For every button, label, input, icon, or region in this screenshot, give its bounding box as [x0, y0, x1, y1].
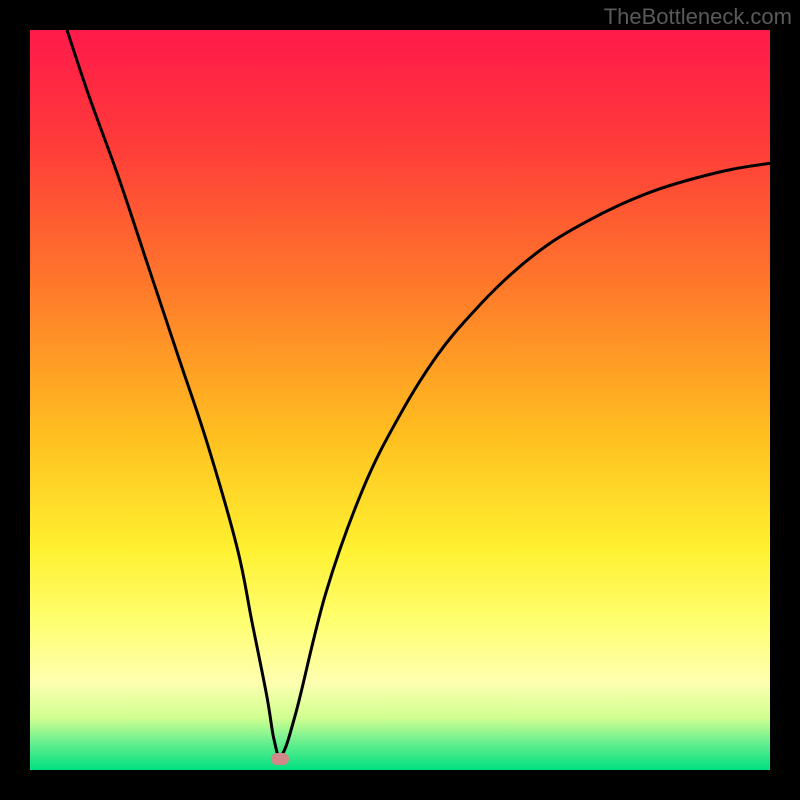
- optimal-point-marker: [271, 753, 289, 765]
- bottleneck-chart: [30, 30, 770, 770]
- watermark-label: TheBottleneck.com: [604, 4, 792, 30]
- bottleneck-curve: [30, 30, 770, 770]
